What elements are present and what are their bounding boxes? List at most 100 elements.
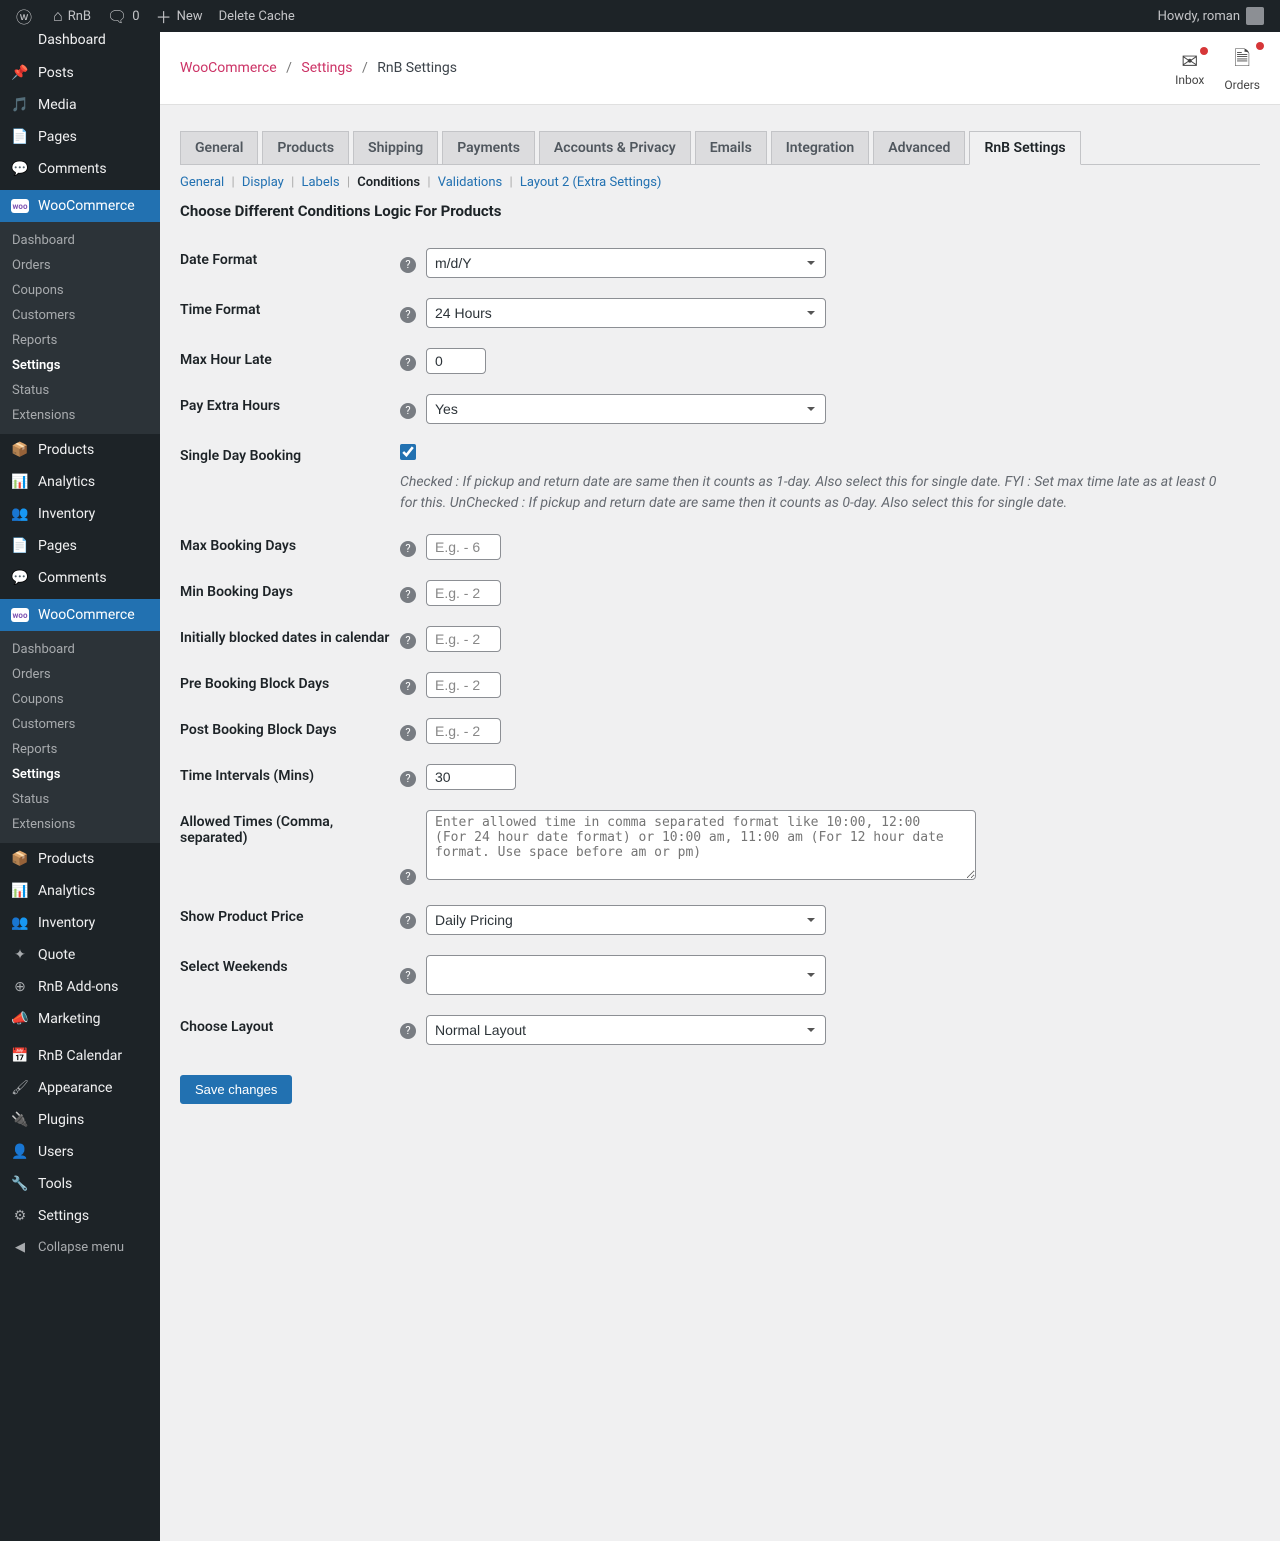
layout-select[interactable]: Normal Layout — [426, 1015, 826, 1045]
submenu-dashboard[interactable]: Dashboard — [0, 637, 160, 662]
sidebar-item-analytics[interactable]: 📊Analytics — [0, 466, 160, 498]
weekends-select[interactable] — [426, 955, 826, 995]
save-button[interactable]: Save changes — [180, 1075, 292, 1104]
sidebar-dashboard-cut[interactable]: Dashboard — [0, 32, 160, 52]
sidebar-item-inventory[interactable]: 👥Inventory — [0, 498, 160, 530]
sidebar-item-quote[interactable]: ✦Quote — [0, 939, 160, 971]
breadcrumb-settings[interactable]: Settings — [301, 60, 352, 76]
submenu-coupons[interactable]: Coupons — [0, 687, 160, 712]
submenu-orders[interactable]: Orders — [0, 662, 160, 687]
delete-cache[interactable]: Delete Cache — [211, 0, 303, 32]
collapse-menu[interactable]: ◀Collapse menu — [0, 1232, 160, 1263]
tab-accounts-privacy[interactable]: Accounts & Privacy — [539, 131, 691, 165]
help-icon[interactable]: ? — [400, 913, 416, 929]
show-price-select[interactable]: Daily Pricing — [426, 905, 826, 935]
settings-subtabs: General | Display | Labels | Conditions … — [180, 175, 1260, 190]
sidebar-woocommerce-2[interactable]: wooWooCommerce — [0, 599, 160, 631]
subtab-layout-2-extra-settings-[interactable]: Layout 2 (Extra Settings) — [520, 175, 662, 190]
woocommerce-submenu: DashboardOrdersCouponsCustomersReportsSe… — [0, 222, 160, 434]
sidebar-item-comments[interactable]: 💬Comments — [0, 153, 160, 185]
help-icon[interactable]: ? — [400, 725, 416, 741]
time-intervals-input[interactable] — [426, 764, 516, 790]
inbox-icon: ✉ — [1175, 49, 1204, 73]
sidebar-item-settings[interactable]: ⚙Settings — [0, 1200, 160, 1232]
submenu-status[interactable]: Status — [0, 378, 160, 403]
submenu-coupons[interactable]: Coupons — [0, 278, 160, 303]
help-icon[interactable]: ? — [400, 679, 416, 695]
sidebar-item-products[interactable]: 📦Products — [0, 434, 160, 466]
sidebar-woocommerce[interactable]: wooWooCommerce — [0, 190, 160, 222]
sidebar-item-pages[interactable]: 📄Pages — [0, 121, 160, 153]
help-icon[interactable]: ? — [400, 968, 416, 984]
submenu-settings[interactable]: Settings — [0, 353, 160, 378]
new-content[interactable]: ＋New — [148, 0, 211, 32]
tab-general[interactable]: General — [180, 131, 258, 165]
sidebar-item-marketing[interactable]: 📣Marketing — [0, 1003, 160, 1035]
sidebar-item-label: Analytics — [38, 474, 95, 490]
single-day-checkbox[interactable] — [400, 444, 416, 460]
user-menu[interactable]: Howdy, roman — [1150, 0, 1272, 32]
subtab-general[interactable]: General — [180, 175, 224, 190]
submenu-reports[interactable]: Reports — [0, 328, 160, 353]
post-block-input[interactable] — [426, 718, 501, 744]
submenu-dashboard[interactable]: Dashboard — [0, 228, 160, 253]
sidebar-item-analytics[interactable]: 📊Analytics — [0, 875, 160, 907]
help-icon[interactable]: ? — [400, 257, 416, 273]
subtab-validations[interactable]: Validations — [438, 175, 503, 190]
help-icon[interactable]: ? — [400, 355, 416, 371]
help-icon[interactable]: ? — [400, 869, 416, 885]
woocommerce-submenu-2: DashboardOrdersCouponsCustomersReportsSe… — [0, 631, 160, 843]
sidebar-item-users[interactable]: 👤Users — [0, 1136, 160, 1168]
pre-block-input[interactable] — [426, 672, 501, 698]
help-icon[interactable]: ? — [400, 587, 416, 603]
sidebar-item-products[interactable]: 📦Products — [0, 843, 160, 875]
help-icon[interactable]: ? — [400, 541, 416, 557]
submenu-reports[interactable]: Reports — [0, 737, 160, 762]
subtab-labels[interactable]: Labels — [301, 175, 339, 190]
help-icon[interactable]: ? — [400, 307, 416, 323]
breadcrumb-woo[interactable]: WooCommerce — [180, 60, 277, 76]
submenu-extensions[interactable]: Extensions — [0, 403, 160, 428]
sidebar-item-inventory[interactable]: 👥Inventory — [0, 907, 160, 939]
sidebar-item-appearance[interactable]: 🖌Appearance — [0, 1072, 160, 1104]
sidebar-item-media[interactable]: 🎵Media — [0, 89, 160, 121]
submenu-extensions[interactable]: Extensions — [0, 812, 160, 837]
pay-extra-select[interactable]: Yes — [426, 394, 826, 424]
submenu-customers[interactable]: Customers — [0, 712, 160, 737]
tab-shipping[interactable]: Shipping — [353, 131, 438, 165]
tab-integration[interactable]: Integration — [771, 131, 869, 165]
help-icon[interactable]: ? — [400, 633, 416, 649]
help-icon[interactable]: ? — [400, 771, 416, 787]
submenu-status[interactable]: Status — [0, 787, 160, 812]
sidebar-item-pages[interactable]: 📄Pages — [0, 530, 160, 562]
sidebar-item-posts[interactable]: 📌Posts — [0, 57, 160, 89]
sidebar-item-tools[interactable]: 🔧Tools — [0, 1168, 160, 1200]
date-format-select[interactable]: m/d/Y — [426, 248, 826, 278]
submenu-settings[interactable]: Settings — [0, 762, 160, 787]
sidebar-item-rnb-calendar[interactable]: 📅RnB Calendar — [0, 1040, 160, 1072]
help-icon[interactable]: ? — [400, 1023, 416, 1039]
tab-products[interactable]: Products — [262, 131, 349, 165]
wordpress-logo[interactable]: ⓦ — [8, 0, 45, 32]
help-icon[interactable]: ? — [400, 403, 416, 419]
submenu-orders[interactable]: Orders — [0, 253, 160, 278]
tab-emails[interactable]: Emails — [695, 131, 767, 165]
allowed-times-textarea[interactable] — [426, 810, 976, 880]
init-blocked-input[interactable] — [426, 626, 501, 652]
min-booking-input[interactable] — [426, 580, 501, 606]
subtab-display[interactable]: Display — [242, 175, 284, 190]
max-hour-late-input[interactable] — [426, 348, 486, 374]
inbox-action[interactable]: ✉ Inbox — [1175, 49, 1204, 87]
sidebar-item-comments[interactable]: 💬Comments — [0, 562, 160, 594]
comments-menu[interactable]: 🗨0 — [99, 0, 148, 32]
tab-advanced[interactable]: Advanced — [873, 131, 965, 165]
max-booking-input[interactable] — [426, 534, 501, 560]
sidebar-item-plugins[interactable]: 🔌Plugins — [0, 1104, 160, 1136]
tab-payments[interactable]: Payments — [442, 131, 535, 165]
sidebar-item-rnb-add-ons[interactable]: ⊕RnB Add-ons — [0, 971, 160, 1003]
submenu-customers[interactable]: Customers — [0, 303, 160, 328]
orders-action[interactable]: 🗎 Orders — [1224, 44, 1260, 92]
tab-rnb-settings[interactable]: RnB Settings — [969, 131, 1080, 165]
site-name[interactable]: ⌂RnB — [45, 0, 99, 32]
time-format-select[interactable]: 24 Hours — [426, 298, 826, 328]
